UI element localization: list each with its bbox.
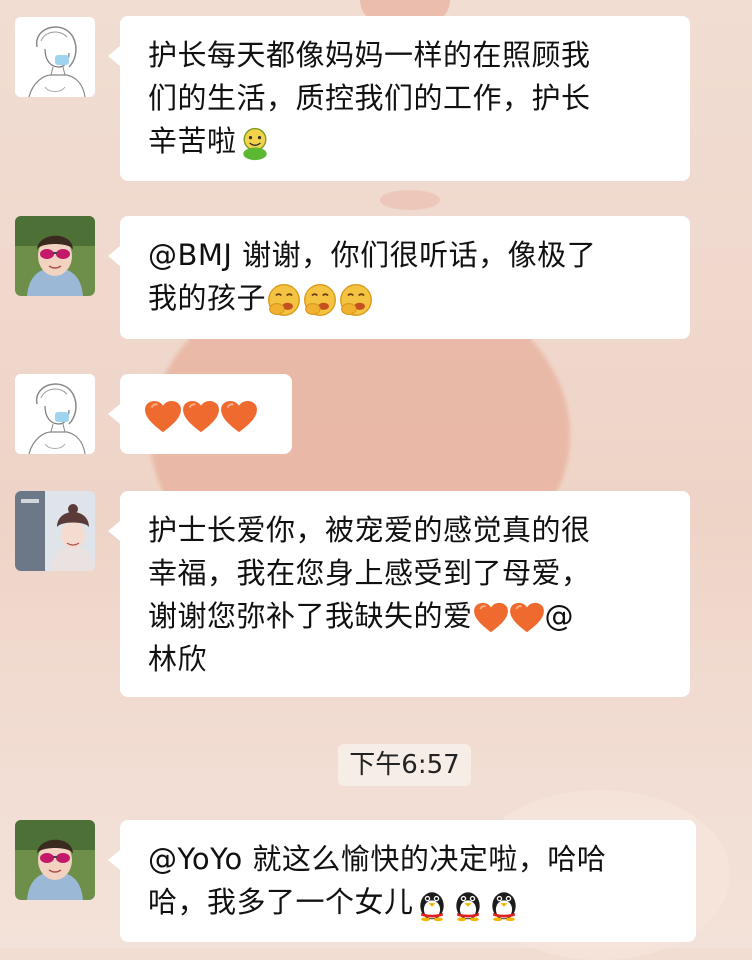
message-line: 辛苦啦 — [148, 120, 668, 163]
heart-icon — [220, 400, 258, 434]
message-text: @YoYo 就这么愉快的决定啦，哈哈 — [148, 842, 607, 876]
message-line: 我的孩子 — [148, 277, 668, 320]
giggle-face-icon — [266, 282, 302, 318]
penguin-icon — [486, 886, 522, 922]
message-line: 哈，我多了一个女儿 — [148, 881, 674, 924]
message-text: 哈，我多了一个女儿 — [148, 885, 414, 919]
message-text: 谢谢您弥补了我缺失的爱 — [148, 599, 473, 633]
heart-icon — [182, 400, 220, 434]
message-bubble[interactable]: @YoYo 就这么愉快的决定啦，哈哈 哈，我多了一个女儿 — [108, 820, 696, 942]
message-bubble[interactable]: 护士长爱你，被宠爱的感觉真的很 幸福，我在您身上感受到了母爱， 谢谢您弥补了我缺… — [108, 491, 690, 697]
message-text: 林欣 — [148, 642, 208, 676]
giggle-face-icon — [338, 282, 374, 318]
girl-knit-hat-avatar[interactable] — [15, 491, 95, 571]
message-text: 护士长爱你，被宠爱的感觉真的很 — [148, 513, 591, 547]
message-bubble[interactable]: @BMJ 谢谢，你们很听话，像极了 我的孩子 — [108, 216, 690, 339]
giggle-face-icon — [302, 282, 338, 318]
message-text: 们的生活，质控我们的工作，护长 — [148, 81, 591, 115]
sketch-girl-mask-avatar[interactable] — [15, 374, 95, 454]
message-bubble[interactable]: 护长每天都像妈妈一样的在照顾我 们的生活，质控我们的工作，护长 辛苦啦 — [108, 16, 690, 181]
woman-sunglasses-avatar[interactable] — [15, 820, 95, 900]
message-line: 谢谢您弥补了我缺失的爱 @ — [148, 595, 668, 638]
penguin-icon — [414, 886, 450, 922]
message-text: 幸福，我在您身上感受到了母爱， — [148, 556, 591, 590]
message-text: 辛苦啦 — [148, 124, 237, 158]
heart-icon — [473, 602, 509, 634]
message-text: 我的孩子 — [148, 281, 267, 315]
timestamp: 下午6:57 — [338, 744, 471, 786]
woman-sunglasses-avatar[interactable] — [15, 216, 95, 296]
message-text: @BMJ 谢谢，你们很听话，像极了 — [148, 238, 597, 272]
message-bubble[interactable] — [108, 374, 292, 454]
mention-at: @ — [544, 599, 575, 633]
green-smiley-icon — [237, 125, 273, 161]
sketch-girl-mask-avatar[interactable] — [15, 17, 95, 97]
wallpaper-shape — [380, 190, 440, 210]
message-text: 护长每天都像妈妈一样的在照顾我 — [148, 38, 591, 72]
heart-icon — [144, 400, 182, 434]
penguin-icon — [450, 886, 486, 922]
heart-icon — [509, 602, 545, 634]
